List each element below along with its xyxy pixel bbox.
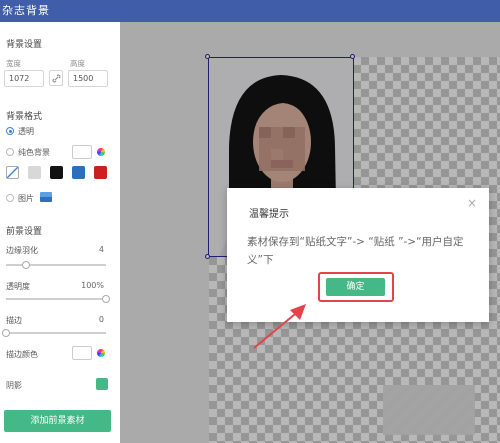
shadow-label: 阴影 <box>6 381 22 390</box>
solid-color-well[interactable] <box>72 145 92 159</box>
bg-settings-title: 背景设置 <box>6 40 43 50</box>
color-picker-icon[interactable] <box>97 148 105 156</box>
width-label: 宽度 <box>6 59 21 68</box>
stroke-label: 描边 <box>6 316 22 325</box>
height-input[interactable]: 1500 <box>68 70 108 87</box>
swatch-red[interactable] <box>94 166 107 179</box>
transparent-label: 透明 <box>18 127 34 136</box>
feather-slider-knob[interactable] <box>22 261 30 269</box>
stroke-color-label: 描边颜色 <box>6 350 38 359</box>
dialog-title: 温馨提示 <box>249 209 289 220</box>
swatch-black[interactable] <box>50 166 63 179</box>
fg-settings-title: 前景设置 <box>6 227 43 237</box>
image-radio[interactable] <box>6 194 14 202</box>
opacity-label: 透明度 <box>6 282 30 291</box>
dialog-message: 素材保存到“贴纸文字”-> “贴纸 ”->“用户自定义”下 <box>247 236 464 266</box>
swatch-blue[interactable] <box>72 166 85 179</box>
ok-button[interactable]: 确定 <box>326 278 385 296</box>
app-title: 杂志背景 <box>2 4 50 17</box>
opacity-value: 100% <box>81 281 104 290</box>
image-label: 图片 <box>18 194 34 203</box>
link-icon <box>52 74 61 83</box>
opacity-slider-knob[interactable] <box>102 295 110 303</box>
solid-color-radio[interactable] <box>6 148 14 156</box>
height-label: 高度 <box>70 59 85 68</box>
bg-format-title: 背景格式 <box>6 112 43 122</box>
close-icon[interactable]: × <box>467 196 477 210</box>
swatch-none[interactable] <box>6 166 19 179</box>
stroke-value: 0 <box>98 315 104 324</box>
pointer-arrow-icon <box>253 304 306 349</box>
stroke-color-well[interactable] <box>72 346 92 360</box>
solid-color-label: 纯色背景 <box>18 148 50 157</box>
add-foreground-button[interactable]: 添加前景素材 <box>4 410 111 432</box>
feather-slider[interactable] <box>6 261 106 269</box>
stroke-slider[interactable] <box>2 329 106 337</box>
shadow-checkbox[interactable] <box>96 378 108 390</box>
lock-ratio-button[interactable] <box>49 70 63 86</box>
app-title-bar: 杂志背景 <box>0 0 500 22</box>
feather-value: 4 <box>98 245 104 254</box>
stroke-slider-knob[interactable] <box>2 329 10 337</box>
swatch-gray[interactable] <box>28 166 41 179</box>
transparent-radio[interactable] <box>6 127 14 135</box>
feather-label: 边缘羽化 <box>6 246 38 255</box>
opacity-slider[interactable] <box>6 295 110 303</box>
stroke-color-picker-icon[interactable] <box>97 349 105 357</box>
width-input[interactable]: 1072 <box>4 70 44 87</box>
image-icon[interactable] <box>40 192 52 202</box>
